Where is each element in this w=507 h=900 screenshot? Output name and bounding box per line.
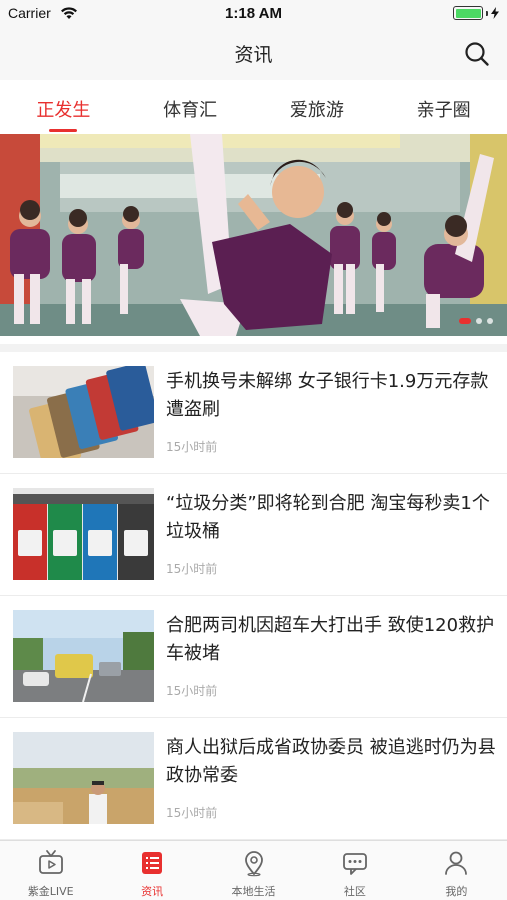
tab-tiyuhui[interactable]: 体育汇 <box>127 80 254 134</box>
status-bar: Carrier 1:18 AM <box>0 0 507 28</box>
bottom-tab-bar: 紫金LIVE 资讯 本地生活 社区 我的 <box>0 840 507 900</box>
tab-zhengfasheng[interactable]: 正发生 <box>0 80 127 134</box>
news-title: 合肥两司机因超车大打出手 致使120救护车被堵 <box>166 615 495 664</box>
category-tabs: 正发生 体育汇 爱旅游 亲子圈 <box>0 80 507 134</box>
news-item[interactable]: 合肥两司机因超车大打出手 致使120救护车被堵 15小时前 <box>0 596 507 718</box>
news-icon <box>142 852 163 874</box>
tabbar-item-local-life[interactable]: 本地生活 <box>203 841 304 900</box>
carousel-pagination <box>459 318 493 324</box>
bank-cards-thumbnail <box>13 366 154 458</box>
chat-bubble-icon <box>343 853 367 875</box>
tab-ailvyou[interactable]: 爱旅游 <box>254 80 381 134</box>
clock: 1:18 AM <box>225 5 282 22</box>
nav-bar: 资讯 <box>0 28 507 80</box>
pagination-dot[interactable] <box>487 318 493 324</box>
battery-icon <box>453 6 499 20</box>
person-icon <box>445 851 468 875</box>
tab-label: 爱旅游 <box>289 100 344 121</box>
news-item[interactable]: 手机换号未解绑 女子银行卡1.9万元存款遭盗刷 15小时前 <box>0 352 507 474</box>
tv-icon <box>38 850 63 874</box>
trash-bins-thumbnail <box>13 488 154 580</box>
traffic-road-thumbnail <box>13 610 154 702</box>
tab-label: 体育汇 <box>163 100 218 121</box>
news-item[interactable]: 商人出狱后成省政协委员 被追逃时仍为县政协常委 15小时前 <box>0 718 507 840</box>
tabbar-item-news[interactable]: 资讯 <box>101 841 202 900</box>
location-pin-icon <box>244 851 263 877</box>
banner-carousel[interactable] <box>0 134 507 336</box>
pagination-dot[interactable] <box>476 318 482 324</box>
tabbar-label: 社区 <box>343 885 366 898</box>
news-title: 商人出狱后成省政协委员 被追逃时仍为县政协常委 <box>166 737 496 786</box>
tabbar-item-community[interactable]: 社区 <box>304 841 405 900</box>
tabbar-label: 我的 <box>445 885 468 898</box>
tabbar-item-mine[interactable]: 我的 <box>406 841 507 900</box>
news-list: 手机换号未解绑 女子银行卡1.9万元存款遭盗刷 15小时前 “垃圾分类”即将轮到… <box>0 344 507 840</box>
search-icon[interactable] <box>463 40 491 68</box>
tabbar-label: 本地生活 <box>231 885 276 898</box>
tabbar-label: 紫金LIVE <box>27 885 74 898</box>
news-timestamp: 15小时前 <box>166 806 218 820</box>
man-outdoors-thumbnail <box>13 732 154 824</box>
pagination-dot-active[interactable] <box>459 318 471 324</box>
tab-label: 正发生 <box>36 100 91 121</box>
news-timestamp: 15小时前 <box>166 440 218 454</box>
news-item[interactable]: “垃圾分类”即将轮到合肥 淘宝每秒卖1个垃圾桶 15小时前 <box>0 474 507 596</box>
news-title: “垃圾分类”即将轮到合肥 淘宝每秒卖1个垃圾桶 <box>166 493 490 542</box>
active-tab-indicator <box>49 129 78 132</box>
banner-image <box>0 134 507 336</box>
tab-qiziquan[interactable]: 亲子圈 <box>380 80 507 134</box>
charging-bolt-icon <box>491 7 499 19</box>
news-timestamp: 15小时前 <box>166 562 218 576</box>
tabbar-item-zijin-live[interactable]: 紫金LIVE <box>0 841 101 900</box>
page-title: 资讯 <box>234 44 273 66</box>
news-title: 手机换号未解绑 女子银行卡1.9万元存款遭盗刷 <box>166 371 489 420</box>
news-timestamp: 15小时前 <box>166 684 218 698</box>
tab-label: 亲子圈 <box>416 100 471 121</box>
tabbar-label: 资讯 <box>141 885 164 898</box>
